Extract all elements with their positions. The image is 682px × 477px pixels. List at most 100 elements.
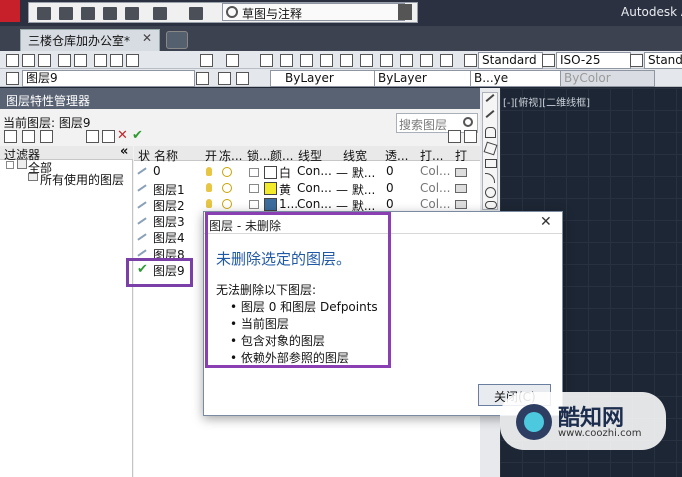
new-filter-icon[interactable] [4,130,17,143]
color-select[interactable]: ByLayer [270,70,386,87]
markup-icon[interactable] [400,54,413,67]
print-icon[interactable] [58,54,71,67]
design-center-icon[interactable] [340,54,353,67]
layer-name[interactable]: 图层4 [153,229,185,246]
new-layer-icon[interactable] [86,130,99,143]
layer-lineweight[interactable]: — 默... [336,181,375,198]
properties-icon[interactable] [320,54,333,67]
chevron-down-icon[interactable] [398,4,412,20]
layer-linetype[interactable]: Con... [297,164,332,178]
layer-name[interactable]: 图层2 [153,197,185,214]
linetype-select[interactable]: ByLayer [374,70,471,87]
copy-icon[interactable] [110,54,123,67]
thaw-sun-icon[interactable] [222,199,232,209]
layer-on-icon[interactable] [206,167,212,176]
column-name[interactable]: 名称 [154,147,178,164]
layer-previous-icon[interactable] [218,72,231,85]
column-plot-style[interactable]: 打... [420,147,443,164]
layer-on-icon[interactable] [206,199,212,208]
tree-item-used-layers[interactable]: 所有使用的图层 [40,171,124,188]
save-icon[interactable] [38,54,51,67]
set-current-icon[interactable]: ✔ [132,128,143,143]
lineweight-select[interactable]: B...ye [470,70,561,87]
layer-on-icon[interactable] [206,183,212,192]
group-filter-icon[interactable] [22,130,35,143]
zoom-window-icon[interactable] [300,54,313,67]
layer-linetype[interactable]: Con... [297,197,332,211]
calculator-icon[interactable] [420,54,433,67]
help-icon[interactable] [440,54,453,67]
table-style-select[interactable]: Standa [644,52,682,69]
redo-icon[interactable] [189,7,203,20]
column-status[interactable]: 状 [138,147,150,164]
autocad-logo-icon[interactable] [0,0,20,22]
layer-name[interactable]: 图层1 [153,181,185,198]
column-linetype[interactable]: 线型 [298,147,322,164]
rectangle-icon[interactable] [485,159,497,168]
layer-lineweight[interactable]: — 默... [336,164,375,181]
revision-cloud-icon[interactable] [485,201,497,209]
pan-icon[interactable] [260,54,273,67]
layer-state-icon[interactable] [236,72,249,85]
new-vp-frozen-layer-icon[interactable] [102,130,115,143]
polyline-icon[interactable] [485,127,496,138]
save-as-icon[interactable] [103,7,117,20]
layer-select[interactable]: 图层9 [22,70,195,87]
thaw-sun-icon[interactable] [222,183,232,193]
zoom-icon[interactable] [280,54,293,67]
plot-printer-icon[interactable] [455,168,467,177]
column-freeze[interactable]: 冻... [219,147,242,164]
line-icon[interactable] [485,94,495,102]
open-icon[interactable] [22,54,35,67]
new-file-icon[interactable] [37,7,51,20]
undo-icon[interactable] [153,7,167,20]
column-on[interactable]: 开 [205,147,217,164]
unlock-icon[interactable] [249,184,259,193]
layer-name[interactable]: 0 [153,164,161,178]
column-lineweight[interactable]: 线宽 [343,147,367,164]
unlock-icon[interactable] [249,200,259,209]
collapse-icon[interactable]: « [120,144,128,159]
thaw-sun-icon[interactable] [222,167,232,177]
undo-icon[interactable] [200,54,213,67]
redo-icon[interactable] [226,54,239,67]
layer-color-swatch[interactable] [264,182,277,195]
state-manager-icon[interactable] [40,130,53,143]
layer-linetype[interactable]: Con... [297,181,332,195]
print-icon[interactable] [125,7,139,20]
dim-style-select[interactable]: ISO-25 [556,52,631,69]
preview-icon[interactable] [74,54,87,67]
column-transparency[interactable]: 透... [385,147,408,164]
layer-properties-icon[interactable] [6,72,19,85]
column-lock[interactable]: 锁... [247,147,270,164]
layer-color-swatch[interactable] [264,166,277,179]
save-icon[interactable] [81,7,95,20]
cut-icon[interactable] [94,54,107,67]
viewport-label[interactable]: [-][俯视][二维线框] [503,94,590,109]
new-icon[interactable] [6,54,19,67]
column-color[interactable]: 颜... [270,147,293,164]
arc-icon[interactable] [485,173,495,183]
tool-palette-icon[interactable] [360,54,373,67]
new-tab-button[interactable] [166,31,188,49]
layer-transparency[interactable]: 0 [386,164,394,178]
close-icon[interactable]: ✕ [142,31,152,45]
layer-transparency[interactable]: 0 [386,197,394,211]
paste-icon[interactable] [126,54,139,67]
plot-printer-icon[interactable] [455,200,467,209]
circle-icon[interactable] [485,187,496,198]
settings-icon[interactable] [464,130,477,143]
open-file-icon[interactable] [59,7,73,20]
close-icon[interactable]: ✕ [540,214,552,230]
unlock-icon[interactable] [249,168,259,177]
construction-line-icon[interactable] [485,110,495,118]
make-current-icon[interactable] [196,72,209,85]
text-style-select[interactable]: Standard [478,52,543,69]
column-plot[interactable]: 打 [455,147,467,164]
delete-layer-icon[interactable]: ✕ [117,128,128,143]
refresh-icon[interactable] [448,130,461,143]
layer-name[interactable]: 图层3 [153,213,185,230]
tree-expander-icon[interactable] [6,161,14,169]
layer-color-swatch[interactable] [264,198,277,211]
polygon-icon[interactable] [483,141,498,156]
